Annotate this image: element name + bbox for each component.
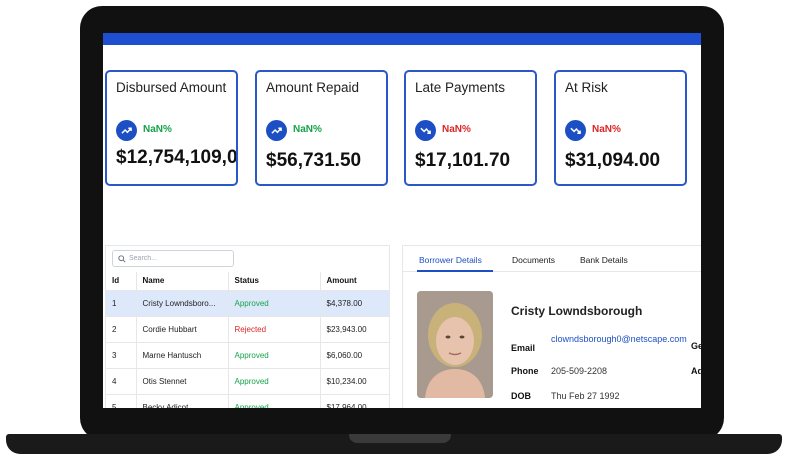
stat-amount: $56,731.50	[266, 150, 362, 171]
cell-amount: $10,234.00	[320, 368, 389, 395]
borrower-details-panel: Borrower Details Documents Bank Details …	[402, 245, 701, 408]
cell-amount: $4,378.00	[320, 290, 389, 317]
search-box[interactable]	[112, 250, 234, 267]
stat-change: NaN%	[442, 124, 471, 135]
dob-value: Thu Feb 27 1992	[551, 391, 620, 401]
stat-card-disbursed[interactable]: Disbursed Amount NaN% $12,754,109,087.00	[105, 70, 238, 186]
app-screen: Disbursed Amount NaN% $12,754,109,087.00…	[103, 33, 701, 408]
stat-card-late[interactable]: Late Payments NaN% $17,101.70	[404, 70, 537, 186]
active-tab-indicator	[417, 270, 493, 272]
trend-up-icon	[266, 120, 287, 141]
stat-change: NaN%	[592, 124, 621, 135]
trend-down-icon	[565, 120, 586, 141]
tab-bank-details[interactable]: Bank Details	[580, 255, 628, 265]
search-icon	[118, 250, 126, 268]
stat-amount: $31,094.00	[565, 150, 661, 171]
cell-name: Marne Hantusch	[136, 342, 229, 369]
stat-title: Late Payments	[415, 80, 506, 95]
details-tabs: Borrower Details Documents Bank Details	[403, 246, 701, 272]
table-row[interactable]: 5 Becky Adicot Approved $17,964.00	[106, 394, 389, 408]
stat-title: Amount Repaid	[266, 80, 360, 95]
table-row[interactable]: 3 Marne Hantusch Approved $6,060.00	[106, 342, 389, 369]
borrowers-table-panel: Id Name Status Amount 1 Cristy Lowndsbor…	[105, 245, 390, 408]
trend-down-icon	[415, 120, 436, 141]
tab-borrower-details[interactable]: Borrower Details	[419, 255, 482, 265]
cell-status: Approved	[228, 342, 321, 369]
column-header-amount[interactable]: Amount	[320, 272, 389, 291]
stat-card-at-risk[interactable]: At Risk NaN% $31,094.00	[554, 70, 687, 186]
cell-id: 1	[106, 290, 137, 317]
tab-documents[interactable]: Documents	[512, 255, 555, 265]
stat-amount: $12,754,109,087.00	[116, 147, 238, 168]
table-row[interactable]: 4 Otis Stennet Approved $10,234.00	[106, 368, 389, 395]
stat-change: NaN%	[293, 124, 322, 135]
truncated-field-label: Ge	[691, 341, 701, 351]
cell-status: Rejected	[228, 316, 321, 343]
column-header-name[interactable]: Name	[136, 272, 229, 291]
cell-amount: $23,943.00	[320, 316, 389, 343]
email-label: Email	[511, 343, 536, 353]
cell-status: Approved	[228, 394, 321, 408]
stat-amount: $17,101.70	[415, 150, 511, 171]
table-row[interactable]: 1 Cristy Lowndsboro... Approved $4,378.0…	[106, 290, 389, 317]
cell-name: Cristy Lowndsboro...	[136, 290, 229, 317]
search-input[interactable]	[129, 255, 229, 262]
cell-id: 4	[106, 368, 137, 395]
cell-status: Approved	[228, 368, 321, 395]
table-row[interactable]: 2 Cordie Hubbart Rejected $23,943.00	[106, 316, 389, 343]
cell-amount: $6,060.00	[320, 342, 389, 369]
truncated-field-label: Ad	[691, 366, 701, 376]
borrowers-table: Id Name Status Amount 1 Cristy Lowndsbor…	[106, 272, 389, 408]
column-header-status[interactable]: Status	[228, 272, 321, 291]
phone-label: Phone	[511, 366, 539, 376]
cell-name: Becky Adicot	[136, 394, 229, 408]
borrower-photo	[417, 291, 493, 398]
column-header-id[interactable]: Id	[106, 272, 137, 291]
cell-id: 5	[106, 394, 137, 408]
cell-status: Approved	[228, 290, 321, 317]
cell-amount: $17,964.00	[320, 394, 389, 408]
stat-card-repaid[interactable]: Amount Repaid NaN% $56,731.50	[255, 70, 388, 186]
laptop-notch	[349, 434, 451, 443]
app-header-bar	[103, 33, 701, 45]
stat-change: NaN%	[143, 124, 172, 135]
cell-name: Otis Stennet	[136, 368, 229, 395]
phone-value: 205-509-2208	[551, 366, 608, 376]
stat-title: Disbursed Amount	[116, 80, 227, 95]
cell-id: 3	[106, 342, 137, 369]
email-link[interactable]: clowndsborough0@netscape.com	[551, 334, 701, 345]
cell-name: Cordie Hubbart	[136, 316, 229, 343]
table-header-row: Id Name Status Amount	[106, 272, 389, 291]
cell-id: 2	[106, 316, 137, 343]
dob-label: DOB	[511, 391, 531, 401]
trend-up-icon	[116, 120, 137, 141]
borrower-name: Cristy Lowndsborough	[511, 304, 643, 318]
stat-title: At Risk	[565, 80, 608, 95]
